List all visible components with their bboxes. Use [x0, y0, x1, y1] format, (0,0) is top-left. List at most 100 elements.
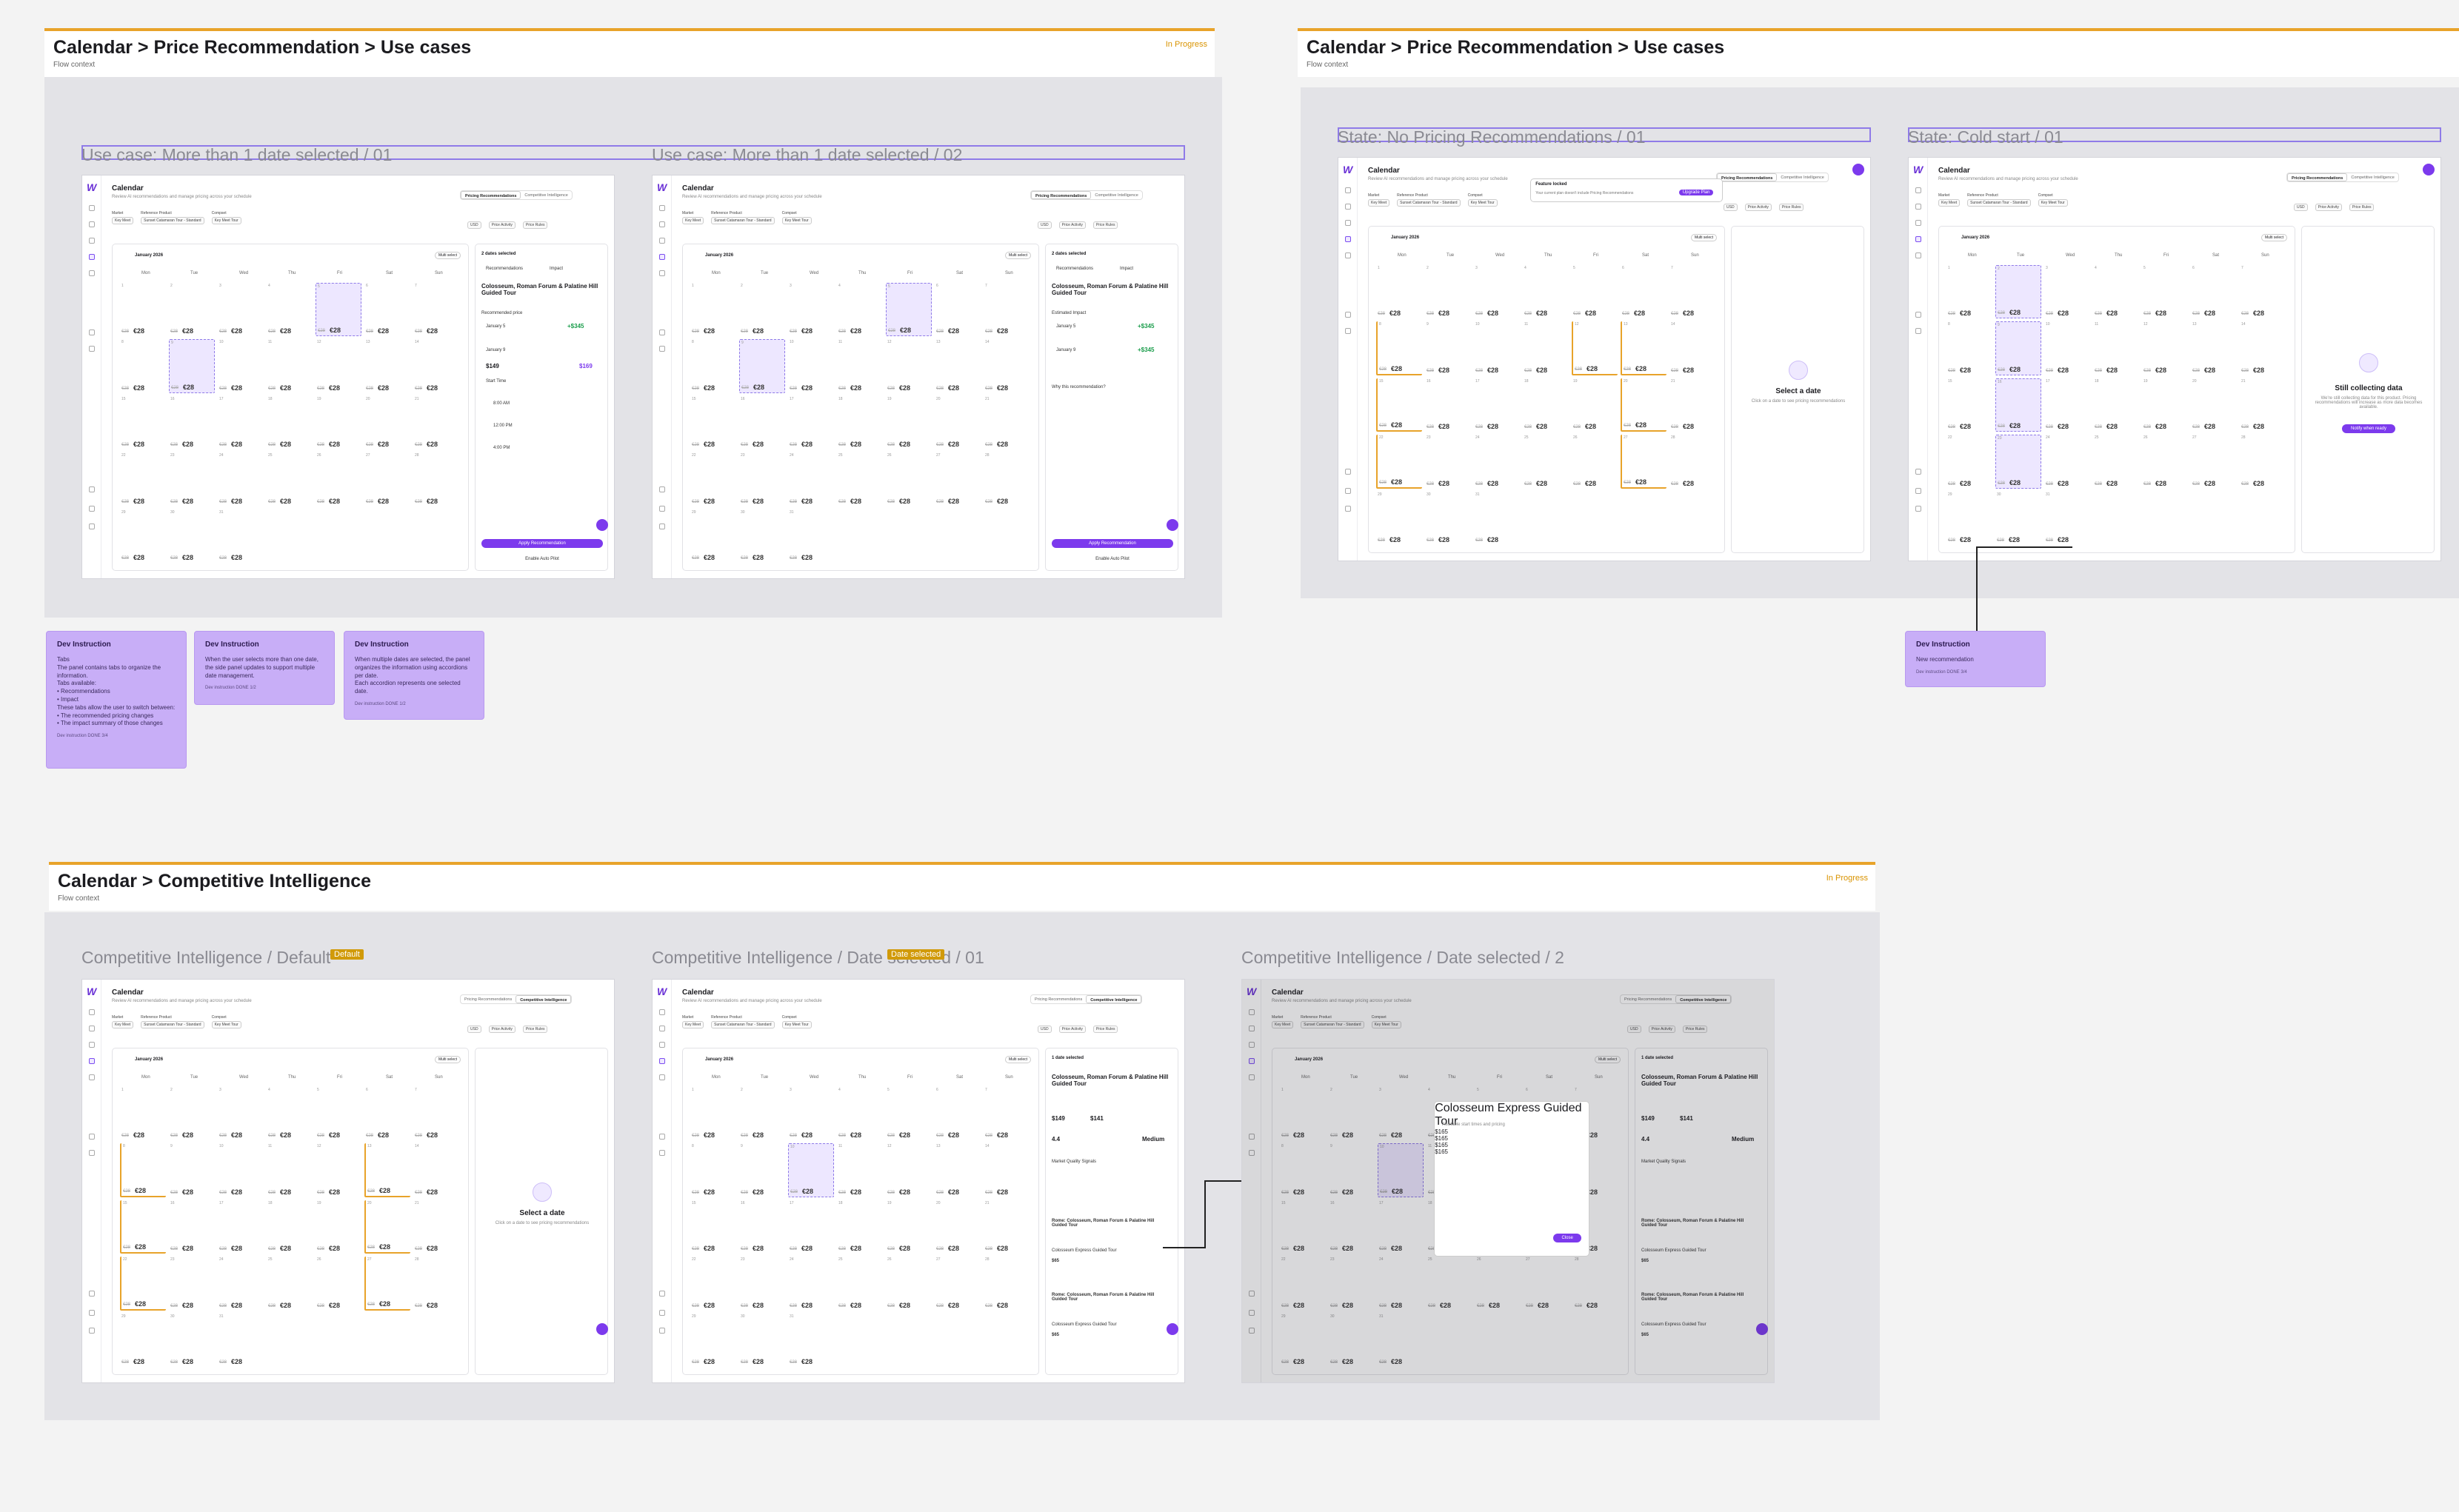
- calendar-day[interactable]: 12 €28 €28: [316, 1143, 361, 1197]
- nav-icon[interactable]: [89, 486, 95, 492]
- price-activity-button[interactable]: Price Activity: [488, 221, 516, 229]
- enable-autopilot-button[interactable]: Enable Auto Pilot: [481, 557, 603, 561]
- calendar-day[interactable]: 20€28€28: [364, 396, 410, 449]
- calendar-day[interactable]: 3 €28 €28: [1474, 265, 1520, 318]
- calendar-day[interactable]: 22 €28 €28: [120, 452, 166, 506]
- nav-icon[interactable]: [89, 1150, 95, 1156]
- calendar-day[interactable]: 17 €28 €28: [1474, 378, 1520, 432]
- calendar-day[interactable]: 5 €28 €28: [316, 1087, 361, 1140]
- calendar-day[interactable]: 21 €28 €28: [984, 1200, 1030, 1254]
- nav-icon[interactable]: [1345, 312, 1351, 318]
- currency-select[interactable]: USD: [1724, 204, 1738, 211]
- nav-icon[interactable]: [89, 254, 95, 260]
- calendar-day[interactable]: 10 €28 €28: [1474, 321, 1520, 375]
- calendar-day[interactable]: 28 €28 €28: [1669, 435, 1715, 488]
- multi-select-toggle[interactable]: Multi select: [1004, 252, 1031, 259]
- nav-icon[interactable]: [1345, 187, 1351, 193]
- nav-icon[interactable]: [1345, 506, 1351, 512]
- calendar-day[interactable]: 26 €28 €28: [886, 1257, 932, 1310]
- price-rules-button[interactable]: Price Rules: [1092, 221, 1118, 229]
- calendar-day[interactable]: 1 €28 €28: [1946, 265, 1992, 318]
- multi-select-toggle[interactable]: Multi select: [1004, 1056, 1031, 1063]
- calendar-day[interactable]: 21 €28 €28: [2240, 378, 2286, 432]
- calendar-day[interactable]: 19 €28 €28: [886, 1200, 932, 1254]
- calendar-day[interactable]: 15 €28 €28: [120, 1200, 166, 1254]
- calendar-day[interactable]: 9 €28 €28: [739, 339, 785, 393]
- currency-select[interactable]: USD: [467, 1026, 481, 1033]
- calendar-day[interactable]: 6€28€28: [1621, 265, 1666, 318]
- notify-button[interactable]: Notify when ready: [2342, 424, 2395, 433]
- calendar-day[interactable]: 13 €28 €28: [364, 339, 410, 392]
- reference-product-select[interactable]: Sunset Catamaran Tour - Standard: [711, 1021, 775, 1028]
- calendar-day[interactable]: 5 €28 €28: [886, 1087, 932, 1140]
- reference-product-select[interactable]: Sunset Catamaran Tour - Standard: [141, 217, 204, 224]
- nav-icon[interactable]: [659, 238, 665, 244]
- calendar-day[interactable]: 8 €28 €28: [690, 1143, 736, 1197]
- calendar-day[interactable]: 9 €28 €28: [739, 1143, 785, 1197]
- calendar-day[interactable]: 31 €28 €28: [1474, 492, 1520, 545]
- nav-icon[interactable]: [1345, 204, 1351, 210]
- calendar-day[interactable]: 20€28€28: [935, 1200, 981, 1254]
- calendar-day[interactable]: 1 €28 €28: [690, 283, 736, 336]
- currency-select[interactable]: USD: [2294, 204, 2308, 211]
- tab-recommendations[interactable]: Recommendations: [1056, 267, 1093, 271]
- accordion-jan9[interactable]: January 9: [486, 348, 505, 352]
- price-rules-button[interactable]: Price Rules: [2349, 204, 2375, 211]
- calendar-day[interactable]: 2 €28 €28: [739, 283, 785, 336]
- calendar-day[interactable]: 20€28€28: [364, 1200, 410, 1254]
- calendar-day[interactable]: 15 €28 €28: [120, 396, 166, 449]
- tab-pricing[interactable]: Pricing Recommendations: [461, 191, 521, 199]
- calendar-day[interactable]: 18€28€28: [267, 1200, 313, 1254]
- calendar-day[interactable]: 11 €28 €28: [1523, 321, 1569, 375]
- calendar-day[interactable]: 25 €28 €28: [1523, 435, 1569, 488]
- currency-select[interactable]: USD: [1038, 1026, 1052, 1033]
- calendar-day[interactable]: 30 €28 €28: [1995, 492, 2041, 545]
- calendar-day[interactable]: 15 €28 €28: [690, 1200, 736, 1254]
- help-button[interactable]: [1167, 1323, 1178, 1335]
- calendar-day[interactable]: 13 €28 €28: [935, 1143, 981, 1197]
- accordion-jan5[interactable]: January 5: [486, 324, 505, 329]
- calendar-day[interactable]: 24 €28 €28: [218, 452, 264, 506]
- calendar-day[interactable]: 19 €28 €28: [886, 396, 932, 449]
- calendar-day[interactable]: 31 €28 €28: [788, 1314, 834, 1367]
- accordion-jan9[interactable]: January 9: [1056, 348, 1075, 352]
- nav-icon[interactable]: [1915, 469, 1921, 475]
- calendar-day[interactable]: 21 €28 €28: [984, 396, 1030, 449]
- calendar-day[interactable]: 17 €28 €28: [788, 396, 834, 449]
- calendar-day[interactable]: 28 €28 €28: [984, 452, 1030, 506]
- nav-icon[interactable]: [659, 523, 665, 529]
- calendar-day[interactable]: 28 €28 €28: [413, 452, 459, 506]
- price-activity-button[interactable]: Price Activity: [488, 1026, 516, 1033]
- nav-icon[interactable]: [89, 270, 95, 276]
- time-slot[interactable]: 8:00 AM: [493, 401, 510, 406]
- calendar-day[interactable]: 29 €28 €28: [690, 1314, 736, 1367]
- modal-close-button[interactable]: Close: [1553, 1233, 1582, 1242]
- calendar-day[interactable]: 14 €28 €28: [413, 339, 459, 392]
- calendar-day[interactable]: 11 €28 €28: [267, 1143, 313, 1197]
- calendar-day[interactable]: 9 €28 €28: [1995, 321, 2041, 375]
- calendar-day[interactable]: 23 €28 €28: [1425, 435, 1471, 488]
- nav-icon[interactable]: [659, 1328, 665, 1334]
- calendar-day[interactable]: 6€28€28: [2191, 265, 2237, 318]
- tab-pricing[interactable]: Pricing Recommendations: [2287, 173, 2348, 181]
- market-select[interactable]: Key Meet: [1368, 199, 1390, 207]
- calendar-day[interactable]: 17 €28 €28: [788, 1200, 834, 1254]
- calendar-day[interactable]: 15 €28 €28: [690, 396, 736, 449]
- calendar-day[interactable]: 25 €28 €28: [267, 1257, 313, 1310]
- nav-icon[interactable]: [659, 1150, 665, 1156]
- nav-icon[interactable]: [1915, 236, 1921, 242]
- calendar-day[interactable]: 25 €28 €28: [837, 452, 883, 506]
- reference-product-select[interactable]: Sunset Catamaran Tour - Standard: [711, 217, 775, 224]
- calendar-day[interactable]: 29 €28 €28: [690, 509, 736, 563]
- compset-select[interactable]: Key Meet Tour: [1467, 199, 1498, 207]
- tab-pricing[interactable]: Pricing Recommendations: [1717, 173, 1778, 181]
- calendar-day[interactable]: 21 €28 €28: [413, 396, 459, 449]
- calendar-day[interactable]: 18€28€28: [837, 396, 883, 449]
- nav-icon[interactable]: [1915, 204, 1921, 210]
- price-rules-button[interactable]: Price Rules: [522, 1026, 548, 1033]
- calendar-day[interactable]: 12 €28 €28: [886, 339, 932, 392]
- calendar-day[interactable]: 7 €28 €28: [984, 1087, 1030, 1140]
- calendar-day[interactable]: 16 €28 €28: [169, 396, 215, 449]
- calendar-day[interactable]: 28 €28 €28: [984, 1257, 1030, 1310]
- price-rules-button[interactable]: Price Rules: [522, 221, 548, 229]
